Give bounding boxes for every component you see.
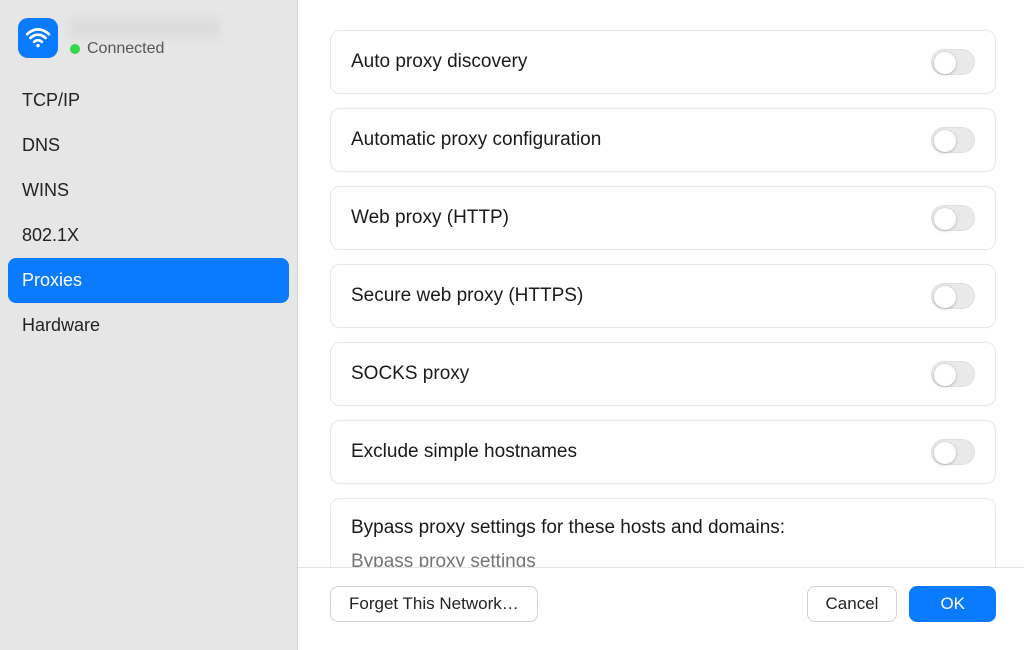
toggle-exclude-simple[interactable] bbox=[931, 439, 975, 465]
network-header: Connected bbox=[0, 18, 297, 72]
toggle-label: Web proxy (HTTP) bbox=[351, 207, 509, 229]
toggle-auto-discovery[interactable] bbox=[931, 49, 975, 75]
cancel-button[interactable]: Cancel bbox=[807, 586, 898, 622]
forget-network-button[interactable]: Forget This Network… bbox=[330, 586, 538, 622]
toggle-label: SOCKS proxy bbox=[351, 363, 469, 385]
main-panel: Auto proxy discovery Automatic proxy con… bbox=[298, 0, 1024, 650]
footer-right: Cancel OK bbox=[807, 586, 996, 622]
toggle-label: Auto proxy discovery bbox=[351, 51, 527, 73]
status-label: Connected bbox=[87, 40, 164, 58]
sidebar-item-tcpip[interactable]: TCP/IP bbox=[8, 78, 289, 123]
ok-button[interactable]: OK bbox=[909, 586, 996, 622]
network-status: Connected bbox=[70, 40, 220, 58]
toggle-row-web-proxy: Web proxy (HTTP) bbox=[330, 186, 996, 250]
sidebar-nav: TCP/IP DNS WINS 802.1X Proxies Hardware bbox=[0, 72, 297, 354]
footer: Forget This Network… Cancel OK bbox=[298, 567, 1024, 650]
toggle-web-proxy[interactable] bbox=[931, 205, 975, 231]
toggle-label: Exclude simple hostnames bbox=[351, 441, 577, 463]
network-ssid bbox=[70, 18, 220, 38]
status-dot-icon bbox=[70, 44, 80, 54]
toggle-row-exclude-simple: Exclude simple hostnames bbox=[330, 420, 996, 484]
main-content: Auto proxy discovery Automatic proxy con… bbox=[298, 0, 1024, 567]
bypass-input[interactable] bbox=[351, 551, 975, 567]
toggle-row-auto-config: Automatic proxy configuration bbox=[330, 108, 996, 172]
toggle-auto-config[interactable] bbox=[931, 127, 975, 153]
network-header-text: Connected bbox=[70, 18, 220, 58]
toggle-label: Automatic proxy configuration bbox=[351, 129, 601, 151]
toggle-socks-proxy[interactable] bbox=[931, 361, 975, 387]
toggle-secure-web-proxy[interactable] bbox=[931, 283, 975, 309]
sidebar-item-wins[interactable]: WINS bbox=[8, 168, 289, 213]
toggle-row-auto-discovery: Auto proxy discovery bbox=[330, 30, 996, 94]
sidebar: Connected TCP/IP DNS WINS 802.1X Proxies… bbox=[0, 0, 298, 650]
sidebar-item-proxies[interactable]: Proxies bbox=[8, 258, 289, 303]
sidebar-item-hardware[interactable]: Hardware bbox=[8, 303, 289, 348]
bypass-card: Bypass proxy settings for these hosts an… bbox=[330, 498, 996, 567]
toggle-row-socks-proxy: SOCKS proxy bbox=[330, 342, 996, 406]
toggle-label: Secure web proxy (HTTPS) bbox=[351, 285, 583, 307]
sidebar-item-dns[interactable]: DNS bbox=[8, 123, 289, 168]
sidebar-item-8021x[interactable]: 802.1X bbox=[8, 213, 289, 258]
toggle-row-secure-web-proxy: Secure web proxy (HTTPS) bbox=[330, 264, 996, 328]
bypass-title: Bypass proxy settings for these hosts an… bbox=[351, 517, 975, 539]
wifi-icon bbox=[18, 18, 58, 58]
